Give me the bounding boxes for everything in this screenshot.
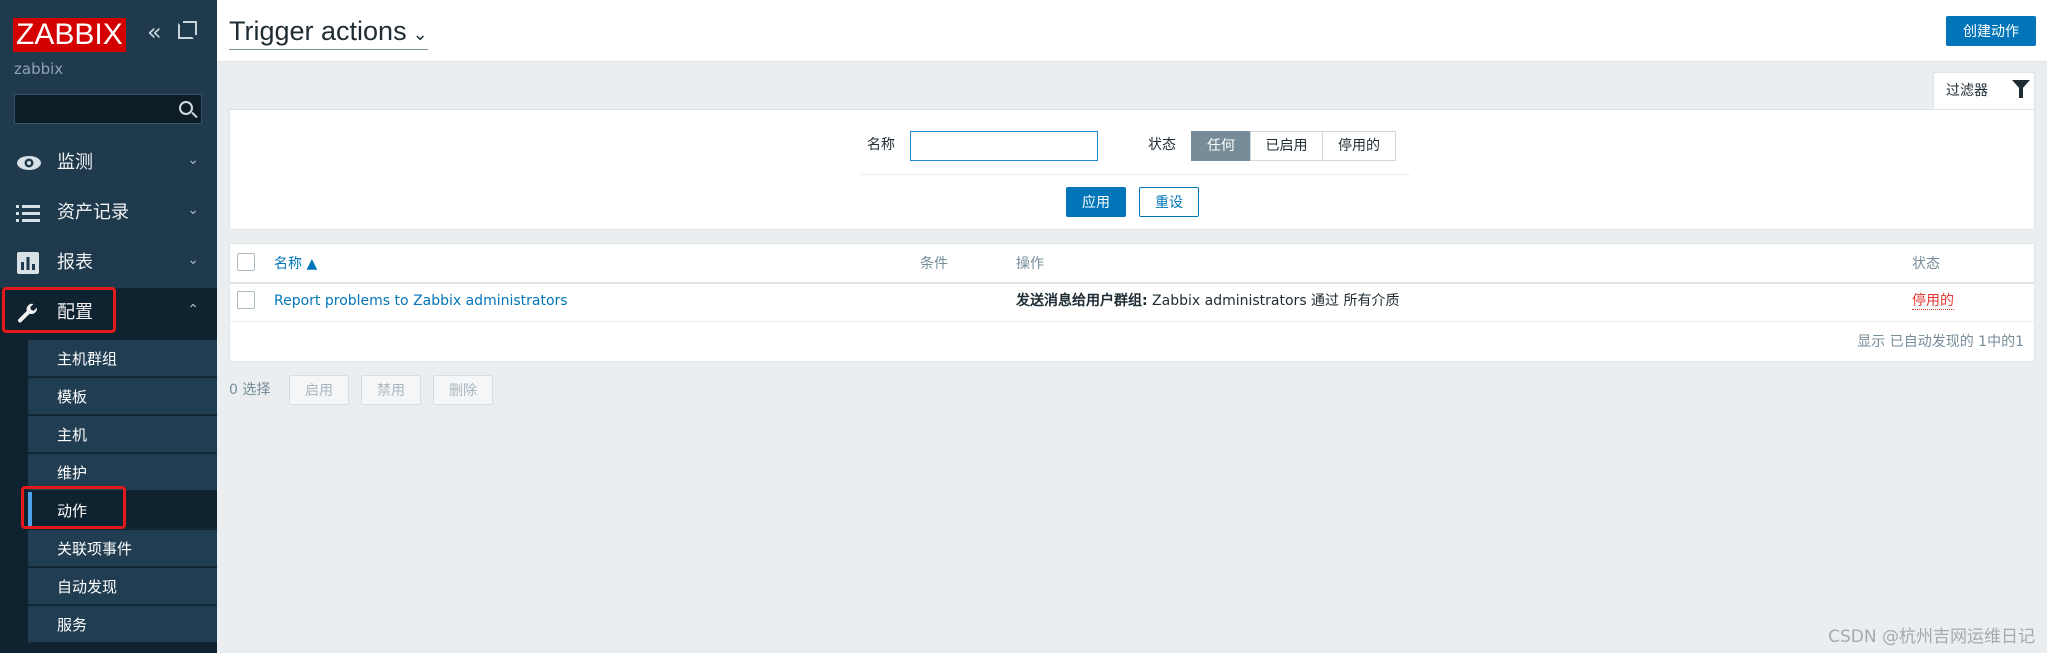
bar-chart-icon: [16, 252, 40, 274]
csdn-watermark: CSDN @杭州吉网运维日记: [1828, 627, 2035, 647]
submenu-item-host-groups[interactable]: 主机群组: [28, 340, 217, 377]
status-filter-label: 状态: [1148, 137, 1176, 153]
submenu-label: 主机: [57, 426, 88, 444]
submenu-item-services[interactable]: 服务: [28, 606, 217, 643]
menu-label: 监测: [57, 152, 93, 173]
status-cell: 停用的: [1912, 291, 1954, 311]
paging-info: 显示 已自动发现的 1中的1: [1857, 334, 2024, 350]
eye-icon: [16, 152, 41, 174]
filter-tab[interactable]: 过滤器: [1933, 72, 2035, 109]
chevron-up-icon: ⌃: [187, 302, 199, 318]
filter-funnel-icon: [2012, 80, 2030, 98]
selected-count: 0 选择: [229, 382, 271, 398]
submenu-label: 维护: [57, 464, 88, 482]
operation-type-label: 发送消息给用户群组:: [1016, 293, 1148, 309]
kiosk-mode-icon[interactable]: [178, 21, 197, 39]
submenu-label: 主机群组: [57, 350, 118, 368]
server-name: zabbix: [14, 60, 64, 78]
filter-tab-label: 过滤器: [1946, 83, 1988, 99]
operation-detail: Zabbix administrators 通过 所有介质: [1147, 293, 1400, 309]
menu-item-inventory[interactable]: 资产记录 ⌄: [0, 188, 217, 238]
menu-label: 配置: [57, 302, 93, 323]
page-title[interactable]: Trigger actions ⌄: [229, 16, 428, 50]
submenu-item-maintenance[interactable]: 维护: [28, 454, 217, 491]
list-icon: [16, 202, 40, 224]
search-icon[interactable]: [179, 101, 193, 115]
operations-cell: 发送消息给用户群组: Zabbix administrators 通过 所有介质: [1016, 291, 1400, 311]
submenu-label: 模板: [57, 388, 88, 406]
submenu-label: 关联项事件: [57, 540, 133, 558]
zabbix-logo[interactable]: ZABBIX: [13, 18, 126, 52]
name-filter-input[interactable]: [910, 131, 1098, 161]
filter-panel: 名称 状态 任何 已启用 停用的 应用 重设: [229, 109, 2035, 230]
column-header-conditions: 条件: [920, 256, 948, 272]
submenu-item-hosts[interactable]: 主机: [28, 416, 217, 453]
column-header-operations: 操作: [1016, 256, 1044, 272]
menu-item-reports[interactable]: 报表 ⌄: [0, 238, 217, 288]
menu-label: 资产记录: [57, 202, 129, 223]
row-checkbox[interactable]: [237, 291, 255, 309]
menu-label: 报表: [57, 252, 93, 273]
action-name-link[interactable]: Report problems to Zabbix administrators: [274, 293, 568, 309]
page-title-text: Trigger actions: [229, 16, 407, 46]
chevron-down-icon: ⌄: [187, 252, 199, 268]
filter-divider: [860, 174, 1410, 175]
disable-button[interactable]: 禁用: [361, 375, 421, 405]
submenu-item-actions[interactable]: 动作: [28, 492, 217, 529]
sidebar: ZABBIX « zabbix 监测 ⌄ 资产记录 ⌄ 报表 ⌄ 配置 ⌃ 主机…: [0, 0, 217, 653]
chevron-down-icon: ⌄: [412, 24, 428, 44]
reset-button[interactable]: 重设: [1139, 187, 1199, 217]
column-header-status: 状态: [1912, 256, 1940, 272]
status-option-disabled[interactable]: 停用的: [1322, 131, 1396, 161]
submenu-item-discovery[interactable]: 自动发现: [28, 568, 217, 605]
header-divider: [230, 282, 2034, 284]
submenu-item-event-correlation[interactable]: 关联项事件: [28, 530, 217, 567]
submenu-label: 自动发现: [57, 578, 118, 596]
sidebar-search-input[interactable]: [14, 94, 202, 124]
select-all-checkbox[interactable]: [237, 253, 255, 271]
configuration-submenu: 主机群组 模板 主机 维护 动作 关联项事件 自动发现 服务: [0, 325, 217, 653]
name-filter-label: 名称: [867, 137, 895, 153]
apply-button[interactable]: 应用: [1066, 187, 1126, 217]
row-divider: [230, 321, 2034, 322]
page-header: Trigger actions ⌄ 创建动作: [217, 0, 2047, 62]
chevron-down-icon: ⌄: [187, 152, 199, 168]
submenu-label: 动作: [57, 502, 88, 520]
enable-button[interactable]: 启用: [289, 375, 349, 405]
column-header-name[interactable]: 名称 ▲: [274, 254, 317, 274]
create-action-button[interactable]: 创建动作: [1946, 16, 2036, 46]
wrench-icon: [16, 302, 40, 324]
submenu-item-templates[interactable]: 模板: [28, 378, 217, 415]
status-option-any[interactable]: 任何: [1191, 131, 1251, 161]
status-toggle-link[interactable]: 停用的: [1912, 293, 1954, 310]
action-name-cell: Report problems to Zabbix administrators: [274, 291, 568, 311]
submenu-label: 服务: [57, 616, 88, 634]
delete-button[interactable]: 删除: [433, 375, 493, 405]
chevron-down-icon: ⌄: [187, 202, 199, 218]
actions-table: 名称 ▲ 条件 操作 状态 Report problems to Zabbix …: [229, 243, 2035, 362]
menu-item-monitoring[interactable]: 监测 ⌄: [0, 138, 217, 188]
collapse-sidebar-icon[interactable]: «: [147, 20, 162, 44]
status-option-enabled[interactable]: 已启用: [1250, 131, 1323, 161]
